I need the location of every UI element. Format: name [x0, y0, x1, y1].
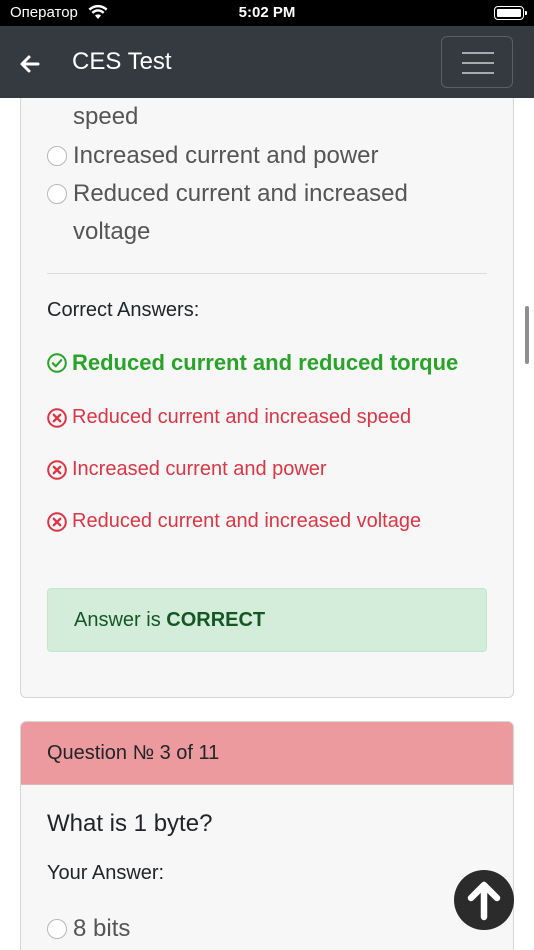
- status-time: 5:02 PM: [238, 4, 296, 21]
- menu-icon: [462, 52, 494, 54]
- scrollbar[interactable]: [525, 306, 529, 364]
- x-circle-icon: [47, 459, 67, 480]
- back-arrow-icon[interactable]: [16, 50, 44, 78]
- question-card-3: Question № 3 of 11 What is 1 byte? Your …: [20, 721, 514, 950]
- check-circle-icon: [47, 353, 67, 373]
- x-circle-icon: [47, 407, 67, 428]
- radio-button[interactable]: [47, 146, 67, 166]
- menu-toggle-button[interactable]: [441, 36, 513, 88]
- answer-correct: Reduced current and reduced torque: [47, 350, 458, 376]
- radio-button[interactable]: [47, 919, 67, 939]
- correct-answers-label: Correct Answers:: [47, 299, 200, 321]
- page-title: CES Test: [72, 48, 172, 75]
- question-header: Question № 3 of 11: [21, 722, 513, 785]
- arrow-up-icon: [467, 881, 501, 921]
- option-radio[interactable]: Increased current and power: [47, 137, 379, 175]
- answer-wrong: Increased current and power: [47, 458, 327, 481]
- your-answer-label: Your Answer:: [47, 862, 165, 884]
- result-prefix: Answer is: [74, 609, 167, 631]
- navbar: CES Test: [0, 26, 534, 98]
- option-speed-continued: speed: [73, 103, 139, 130]
- quiz-content[interactable]: speed Increased current and power Reduce…: [0, 98, 534, 950]
- answer-wrong: Reduced current and increased speed: [47, 406, 411, 429]
- status-bar: Оператор 5:02 PM: [0, 0, 534, 26]
- result-verdict: CORRECT: [166, 609, 266, 631]
- option-radio[interactable]: 8 bits: [47, 910, 130, 948]
- answer-wrong: Reduced current and increased voltage: [47, 510, 421, 533]
- option-radio[interactable]: Reduced current and increased voltage: [47, 175, 447, 251]
- x-circle-icon: [47, 511, 67, 532]
- divider: [47, 273, 487, 274]
- result-alert: Answer is CORRECT: [47, 588, 487, 652]
- scroll-to-top-button[interactable]: [454, 870, 514, 930]
- battery-icon: [494, 6, 527, 20]
- radio-button[interactable]: [47, 184, 67, 204]
- question-text: What is 1 byte?: [47, 810, 213, 837]
